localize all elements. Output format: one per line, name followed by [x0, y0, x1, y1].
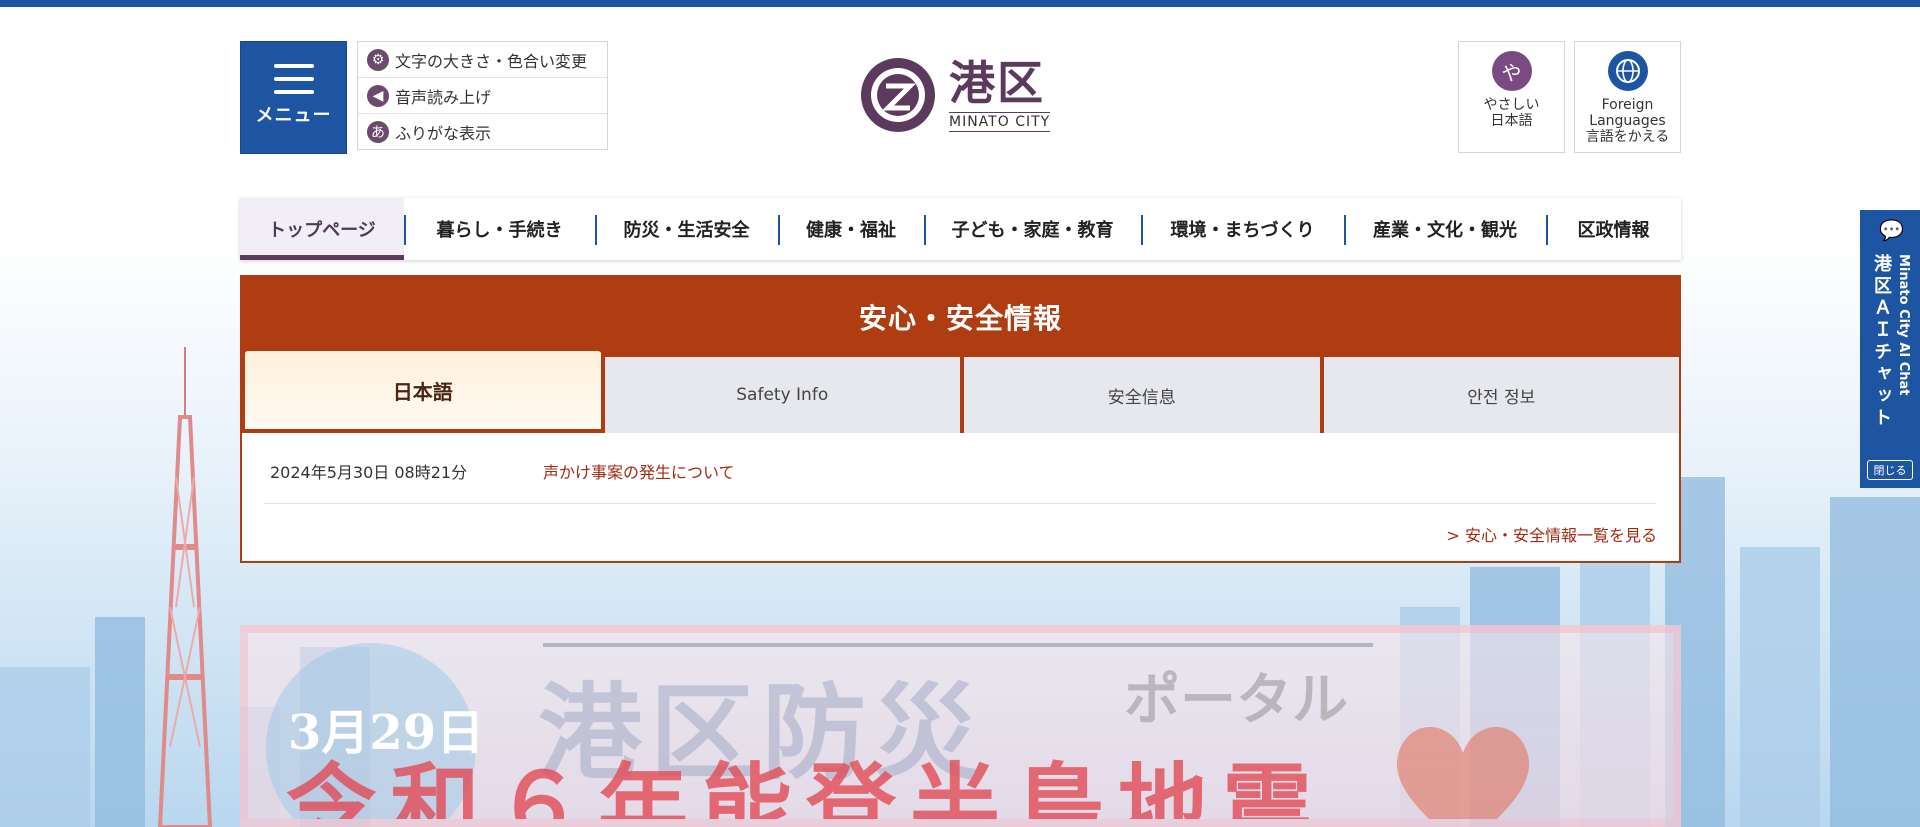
ai-chat-title-ja: 港区ＡＩチャット [1871, 254, 1892, 430]
safety-tab-content: 2024年5月30日 08時21分 声かけ事案の発生について > 安心・安全情報… [242, 433, 1679, 561]
logo-kanji: 港区 [949, 56, 1045, 110]
safety-info-panel: 安心・安全情報 日本語 Safety Info 安全信息 안전 정보 2024年… [240, 275, 1681, 563]
heart-icon [1396, 727, 1530, 819]
easy-japanese-line1: やさしい [1483, 97, 1540, 113]
news-item: 2024年5月30日 08時21分 声かけ事案の発生について [264, 433, 1656, 504]
tokyo-tower-icon [157, 347, 213, 827]
logo-english: MINATO CITY [949, 112, 1051, 132]
accessibility-tools: ⚙ 文字の大きさ・色合い変更 ◀ 音声読み上げ あ ふりがな表示 [357, 41, 608, 150]
noto-earthquake-banner[interactable]: 3月29日 港区防災 ポータル 令和６年能登半島地震 [240, 625, 1681, 827]
easy-japanese-line2: 日本語 [1490, 113, 1533, 129]
tab-english[interactable]: Safety Info [604, 357, 960, 433]
top-accent-bar [0, 0, 1920, 7]
foreign-line3: 言語をかえる [1585, 129, 1670, 145]
gear-icon: ⚙ [367, 48, 389, 71]
safety-info-title: 安心・安全情報 [242, 277, 1679, 357]
language-tabs: 日本語 Safety Info 安全信息 안전 정보 [242, 349, 1679, 433]
safety-list-link[interactable]: > 安心・安全情報一覧を見る [1446, 522, 1657, 546]
nav-environment[interactable]: 環境・まちづくり [1141, 198, 1344, 260]
ai-chat-close-button[interactable]: 閉じる [1867, 460, 1913, 480]
ai-chat-widget[interactable]: 💬 港区ＡＩチャット Minato City AI Chat 閉じる [1860, 210, 1920, 488]
tab-korean[interactable]: 안전 정보 [1323, 357, 1679, 433]
chat-bubble-icon: 💬 [1879, 218, 1904, 242]
global-nav: トップページ 暮らし・手続き 防災・生活安全 健康・福祉 子ども・家庭・教育 環… [240, 198, 1681, 260]
nav-top-page[interactable]: トップページ [240, 198, 404, 260]
foreign-line1: Foreign [1601, 97, 1654, 113]
easy-japanese-button[interactable]: や やさしい 日本語 [1458, 41, 1565, 153]
menu-button-label: メニュー [255, 105, 332, 126]
nav-living[interactable]: 暮らし・手続き [404, 198, 595, 260]
text-size-color-button[interactable]: ⚙ 文字の大きさ・色合い変更 [358, 42, 607, 78]
nav-health[interactable]: 健康・福祉 [778, 198, 924, 260]
foreign-languages-button[interactable]: Foreign Languages 言語をかえる [1574, 41, 1681, 153]
banner-portal-text: ポータル [1124, 668, 1348, 733]
banner-divider [543, 643, 1373, 647]
minato-emblem-icon [861, 58, 935, 132]
ya-icon: や [1491, 51, 1532, 91]
news-date: 2024年5月30日 08時21分 [270, 463, 468, 482]
foreign-line2: Languages [1589, 113, 1666, 129]
menu-button[interactable]: メニュー [240, 41, 347, 154]
news-title-link[interactable]: 声かけ事案の発生について [543, 459, 735, 483]
nav-government[interactable]: 区政情報 [1546, 198, 1681, 260]
tab-chinese[interactable]: 安全信息 [964, 357, 1320, 433]
speaker-icon: ◀ [367, 84, 389, 107]
hamburger-icon [273, 64, 314, 103]
furigana-button[interactable]: あ ふりがな表示 [358, 114, 607, 150]
minato-city-logo[interactable]: 港区 MINATO CITY [857, 53, 1063, 137]
read-aloud-button[interactable]: ◀ 音声読み上げ [358, 78, 607, 114]
nav-industry[interactable]: 産業・文化・観光 [1344, 198, 1546, 260]
nav-disaster[interactable]: 防災・生活安全 [595, 198, 778, 260]
furigana-label: ふりがな表示 [395, 124, 492, 143]
nav-children[interactable]: 子ども・家庭・教育 [924, 198, 1141, 260]
ai-chat-title-en: Minato City AI Chat [1896, 254, 1911, 396]
hiragana-a-icon: あ [367, 121, 389, 143]
read-aloud-label: 音声読み上げ [395, 87, 492, 107]
chevron-right-icon: > [1446, 526, 1460, 545]
banner-title: 令和６年能登半島地震 [286, 754, 1326, 827]
globe-icon [1607, 51, 1648, 91]
safety-list-link-label: 安心・安全情報一覧を見る [1464, 526, 1657, 545]
tab-japanese[interactable]: 日本語 [245, 349, 601, 429]
text-size-color-label: 文字の大きさ・色合い変更 [395, 51, 588, 71]
